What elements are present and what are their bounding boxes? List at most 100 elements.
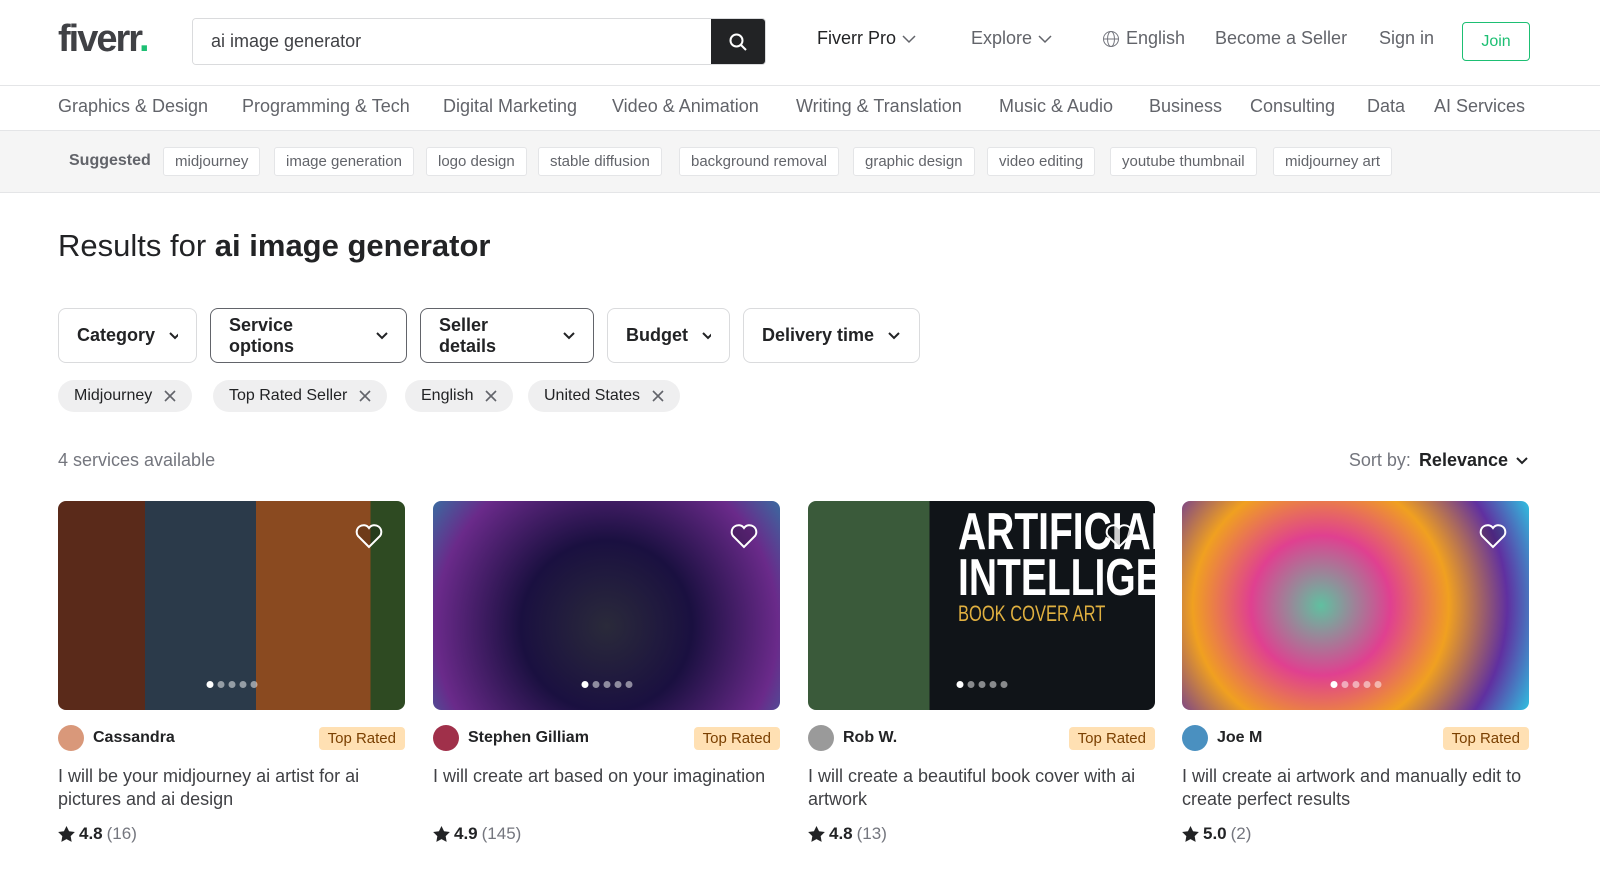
seller-name[interactable]: Rob W. — [843, 729, 1069, 747]
category-data[interactable]: Data — [1367, 96, 1405, 117]
gig-title[interactable]: I will be your midjourney ai artist for … — [58, 765, 405, 811]
carousel-dots[interactable] — [206, 681, 257, 688]
suggested-chip[interactable]: youtube thumbnail — [1110, 147, 1257, 176]
avatar[interactable] — [58, 725, 84, 751]
close-icon[interactable] — [652, 390, 664, 402]
gig-rating: 4.8 (13) — [808, 824, 1155, 844]
seller-info: Joe M Top Rated — [1182, 725, 1529, 751]
gig-card[interactable]: Stephen Gilliam Top Rated I will create … — [433, 501, 780, 844]
category-nav: Graphics & Design Programming & Tech Dig… — [0, 86, 1600, 131]
carousel-dots[interactable] — [956, 681, 1007, 688]
search-bar — [192, 18, 766, 65]
avatar[interactable] — [1182, 725, 1208, 751]
review-count: (16) — [106, 824, 137, 843]
join-button[interactable]: Join — [1462, 22, 1530, 61]
heart-icon[interactable] — [1105, 523, 1133, 549]
suggested-chip[interactable]: graphic design — [853, 147, 975, 176]
tag-label: Midjourney — [74, 387, 153, 404]
fiverr-logo[interactable]: fiverr. — [58, 18, 149, 61]
suggested-chip[interactable]: video editing — [987, 147, 1096, 176]
gig-rating: 4.9 (145) — [433, 824, 780, 844]
avatar[interactable] — [808, 725, 834, 751]
gig-rating: 4.8 (16) — [58, 824, 405, 844]
top-rated-badge: Top Rated — [318, 726, 405, 750]
suggested-chip[interactable]: stable diffusion — [538, 147, 662, 176]
filter-label: Category — [77, 325, 156, 345]
star-icon — [1182, 826, 1199, 842]
sort-dropdown[interactable]: Sort by: Relevance — [1349, 450, 1528, 471]
category-business[interactable]: Business — [1149, 96, 1222, 117]
gig-title[interactable]: I will create ai artwork and manually ed… — [1182, 765, 1529, 811]
search-button[interactable] — [711, 19, 765, 64]
gig-image[interactable]: ARTIFICIALINTELLIGENCEBOOK COVER ART — [808, 501, 1155, 710]
heart-icon[interactable] — [355, 523, 383, 549]
category-graphics-design[interactable]: Graphics & Design — [58, 96, 208, 117]
suggested-chip[interactable]: logo design — [426, 147, 527, 176]
gig-rating: 5.0 (2) — [1182, 824, 1529, 844]
fiverr-pro-label: Fiverr Pro — [817, 28, 897, 48]
seller-name[interactable]: Cassandra — [93, 729, 319, 747]
filter-budget[interactable]: Budget — [607, 308, 730, 363]
gig-image[interactable] — [433, 501, 780, 710]
suggested-label: Suggested — [69, 152, 151, 169]
close-icon[interactable] — [485, 390, 498, 402]
review-count: (2) — [1230, 824, 1252, 843]
suggested-chip[interactable]: image generation — [274, 147, 414, 176]
explore-menu[interactable]: Explore — [971, 28, 1052, 49]
gig-card[interactable]: Joe M Top Rated I will create ai artwork… — [1182, 501, 1529, 844]
avatar[interactable] — [433, 725, 459, 751]
heart-icon[interactable] — [1479, 523, 1507, 549]
explore-label: Explore — [971, 28, 1033, 48]
seller-name[interactable]: Stephen Gilliam — [468, 729, 694, 747]
star-icon — [433, 826, 450, 842]
gig-image[interactable] — [1182, 501, 1529, 710]
title-query: ai image generator — [214, 228, 491, 263]
rating-value: 4.9 — [454, 824, 478, 843]
filter-category[interactable]: Category — [58, 308, 197, 363]
heart-icon[interactable] — [730, 523, 758, 549]
close-icon[interactable] — [359, 390, 371, 402]
category-consulting[interactable]: Consulting — [1250, 96, 1335, 117]
suggested-chip[interactable]: midjourney — [163, 147, 261, 176]
category-programming-tech[interactable]: Programming & Tech — [242, 96, 410, 117]
gig-card[interactable]: Cassandra Top Rated I will be your midjo… — [58, 501, 405, 844]
filter-delivery-time[interactable]: Delivery time — [743, 308, 920, 363]
category-music-audio[interactable]: Music & Audio — [999, 96, 1113, 117]
filter-service-options[interactable]: Service options — [210, 308, 407, 363]
category-ai-services[interactable]: AI Services — [1434, 96, 1525, 117]
chevron-down-icon — [169, 331, 178, 339]
suggested-chip[interactable]: background removal — [679, 147, 839, 176]
tag-label: United States — [544, 387, 641, 404]
category-writing-translation[interactable]: Writing & Translation — [796, 96, 962, 117]
seller-info: Cassandra Top Rated — [58, 725, 405, 751]
language-selector[interactable]: English — [1102, 28, 1185, 49]
carousel-dots[interactable] — [581, 681, 632, 688]
review-count: (145) — [481, 824, 522, 843]
title-prefix: Results for — [58, 228, 207, 263]
gig-title[interactable]: I will create art based on your imaginat… — [433, 765, 780, 811]
filter-label: Service options — [229, 314, 294, 356]
suggested-chip[interactable]: midjourney art — [1273, 147, 1393, 176]
fiverr-pro-menu[interactable]: Fiverr Pro — [817, 28, 916, 49]
seller-name[interactable]: Joe M — [1217, 729, 1443, 747]
sign-in-link[interactable]: Sign in — [1379, 28, 1434, 49]
globe-icon — [1103, 30, 1119, 47]
active-filter-tag: United States — [528, 380, 681, 412]
category-digital-marketing[interactable]: Digital Marketing — [443, 96, 577, 117]
category-video-animation[interactable]: Video & Animation — [612, 96, 759, 117]
gig-title[interactable]: I will create a beautiful book cover wit… — [808, 765, 1155, 811]
star-icon — [58, 826, 75, 842]
tag-label: Top Rated Seller — [229, 387, 348, 404]
carousel-dots[interactable] — [1330, 681, 1381, 688]
filter-seller-details[interactable]: Seller details — [420, 308, 594, 363]
search-input[interactable] — [193, 19, 711, 64]
gig-image[interactable] — [58, 501, 405, 710]
search-icon — [729, 33, 747, 51]
close-icon[interactable] — [164, 390, 176, 402]
top-rated-badge: Top Rated — [1068, 726, 1155, 750]
gig-card[interactable]: ARTIFICIALINTELLIGENCEBOOK COVER ART Rob… — [808, 501, 1155, 844]
chevron-down-icon — [1516, 456, 1528, 464]
filter-label: Seller details — [439, 314, 497, 356]
chevron-down-icon — [702, 331, 711, 339]
become-seller-link[interactable]: Become a Seller — [1215, 28, 1347, 49]
